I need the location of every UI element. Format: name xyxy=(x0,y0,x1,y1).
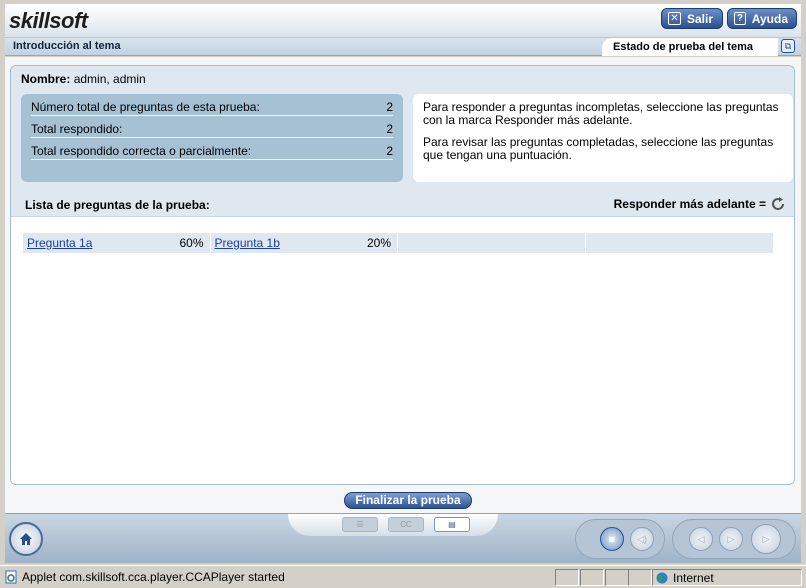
question-score: 60% xyxy=(179,236,204,250)
answer-later-label: Responder más adelante = xyxy=(613,197,766,211)
stat-label: Total respondido: xyxy=(31,122,123,136)
navigation-pod: ◁ ▷ ▷ xyxy=(672,519,796,559)
question-link-1b[interactable]: Pregunta 1b xyxy=(215,236,280,250)
stat-row-total: Número total de preguntas de esta prueba… xyxy=(31,98,393,116)
empty-cell xyxy=(586,233,774,253)
page-icon xyxy=(5,570,17,584)
empty-cell xyxy=(398,233,586,253)
cc-icon: CC xyxy=(400,520,412,529)
view-tray: ☰ CC ▤ xyxy=(288,514,498,536)
zone-label: Internet xyxy=(673,571,714,585)
player-controls: ☰ CC ▤ ◙ ◁) ◁ ▷ ▷ xyxy=(5,513,801,563)
question-score: 20% xyxy=(366,236,391,250)
instructions-box: Para responder a preguntas incompletas, … xyxy=(413,94,793,182)
previous-button[interactable]: ◁ xyxy=(689,527,713,551)
name-value: admin, admin xyxy=(73,72,146,86)
question-icon: ? xyxy=(734,12,746,25)
question-cell: Pregunta 1a 60% xyxy=(23,233,211,253)
help-button[interactable]: ? Ayuda xyxy=(727,8,797,29)
document-icon: ▤ xyxy=(448,520,456,529)
topic-title: Introducción al tema xyxy=(13,40,121,52)
status-pane xyxy=(580,569,604,586)
bookmark-icon: ◙ xyxy=(609,534,615,544)
stats-box: Número total de preguntas de esta prueba… xyxy=(21,94,403,182)
stat-value: 2 xyxy=(386,144,393,158)
captions-button[interactable]: CC xyxy=(388,517,424,532)
finish-test-button[interactable]: Finalizar la prueba xyxy=(344,492,472,509)
status-button[interactable]: ▤ xyxy=(434,517,470,532)
previous-icon: ◁ xyxy=(697,533,705,544)
status-message: Applet com.skillsoft.cca.player.CCAPlaye… xyxy=(22,570,285,584)
play-icon: ▷ xyxy=(727,533,735,544)
browser-status-bar: Applet com.skillsoft.cca.player.CCAPlaye… xyxy=(0,565,806,588)
stat-label: Número total de preguntas de esta prueba… xyxy=(31,100,260,114)
stat-row-answered: Total respondido: 2 xyxy=(31,120,393,138)
status-pane xyxy=(628,569,652,586)
refresh-icon xyxy=(772,197,784,210)
status-pane xyxy=(605,569,629,586)
question-list: Pregunta 1a 60% Pregunta 1b 20% xyxy=(11,216,794,484)
name-row: Nombre: admin, admin xyxy=(21,72,146,86)
status-pane xyxy=(555,569,579,586)
content-area: Nombre: admin, admin Número total de pre… xyxy=(5,57,801,513)
speaker-icon: ◁) xyxy=(637,533,647,544)
help-label: Ayuda xyxy=(751,11,788,26)
security-zone: Internet xyxy=(652,569,802,586)
popout-icon[interactable]: ⧉ xyxy=(781,39,795,53)
home-icon xyxy=(20,533,32,545)
skillsoft-player-window: skillsoft ✕ Salir ? Ayuda Introducción a… xyxy=(0,0,806,588)
title-bar: Introducción al tema Estado de prueba de… xyxy=(5,38,801,56)
question-cell: Pregunta 1b 20% xyxy=(211,233,398,253)
test-status-panel: Nombre: admin, admin Número total de pre… xyxy=(10,65,795,485)
question-list-title: Lista de preguntas de la prueba: xyxy=(25,198,210,212)
home-button[interactable] xyxy=(9,522,43,556)
bookmark-button[interactable]: ◙ xyxy=(600,527,624,551)
next-button[interactable]: ▷ xyxy=(751,524,781,554)
skillsoft-logo: skillsoft xyxy=(9,8,88,34)
play-button[interactable]: ▷ xyxy=(719,527,743,551)
list-icon: ☰ xyxy=(356,520,364,529)
instruction-review: Para revisar las preguntas completadas, … xyxy=(423,135,774,162)
stat-value: 2 xyxy=(386,100,393,114)
globe-icon xyxy=(656,572,668,584)
stat-value: 2 xyxy=(386,122,393,136)
logo-text: skillsoft xyxy=(9,8,88,33)
outline-button[interactable]: ☰ xyxy=(342,517,378,532)
stat-label: Total respondido correcta o parcialmente… xyxy=(31,144,252,158)
exit-label: Salir xyxy=(687,11,714,26)
header: skillsoft ✕ Salir ? Ayuda xyxy=(5,4,801,38)
media-pod: ◙ ◁) xyxy=(575,519,665,559)
answer-later-legend: Responder más adelante = xyxy=(614,196,786,212)
close-icon: ✕ xyxy=(668,12,681,25)
audio-button[interactable]: ◁) xyxy=(630,527,654,551)
tab-test-status[interactable]: Estado de prueba del tema xyxy=(602,38,778,56)
stat-row-correct: Total respondido correcta o parcialmente… xyxy=(31,142,393,160)
next-icon: ▷ xyxy=(762,533,770,544)
question-link-1a[interactable]: Pregunta 1a xyxy=(27,236,92,250)
exit-button[interactable]: ✕ Salir xyxy=(661,8,723,29)
name-label: Nombre: xyxy=(21,72,71,86)
instruction-incomplete: Para responder a preguntas incompletas, … xyxy=(423,100,779,127)
question-row: Pregunta 1a 60% Pregunta 1b 20% xyxy=(23,233,773,253)
